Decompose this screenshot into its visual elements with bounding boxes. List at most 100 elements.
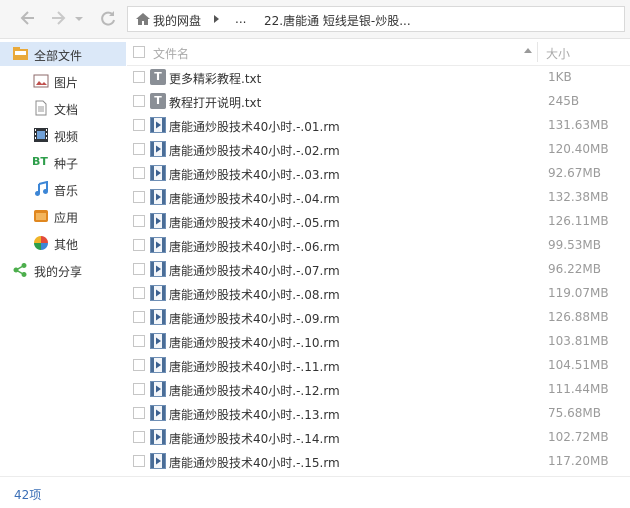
video-file-icon xyxy=(150,285,166,301)
file-name[interactable]: 唐能通炒股技术40小时.-.10.rm xyxy=(169,334,340,351)
row-checkbox[interactable] xyxy=(133,335,145,347)
file-name[interactable]: 唐能通炒股技术40小时.-.14.rm xyxy=(169,430,340,447)
sidebar-item-documents[interactable]: 文档 xyxy=(0,96,126,120)
breadcrumb-separator-icon[interactable] xyxy=(214,15,219,23)
file-name[interactable]: 唐能通炒股技术40小时.-.08.rm xyxy=(169,286,340,303)
other-icon xyxy=(33,235,49,251)
sidebar-item-videos[interactable]: 视频 xyxy=(0,123,126,147)
row-checkbox[interactable] xyxy=(133,359,145,371)
sidebar-item-torrents[interactable]: BT 种子 xyxy=(0,150,126,174)
video-file-icon xyxy=(150,165,166,181)
video-file-icon xyxy=(150,213,166,229)
file-row[interactable]: 唐能通炒股技术40小时.-.02.rm 120.40MB xyxy=(127,137,630,161)
file-row[interactable]: 唐能通炒股技术40小时.-.06.rm 99.53MB xyxy=(127,233,630,257)
row-checkbox[interactable] xyxy=(133,383,145,395)
file-name[interactable]: 唐能通炒股技术40小时.-.02.rm xyxy=(169,142,340,159)
refresh-icon[interactable] xyxy=(98,9,118,29)
sidebar-item-label: 音乐 xyxy=(54,184,79,198)
sidebar-item-my-shares[interactable]: 我的分享 xyxy=(0,258,126,282)
row-checkbox[interactable] xyxy=(133,407,145,419)
file-row[interactable]: T 更多精彩教程.txt 1KB xyxy=(127,65,630,89)
file-row[interactable]: 唐能通炒股技术40小时.-.05.rm 126.11MB xyxy=(127,209,630,233)
file-row[interactable]: 唐能通炒股技术40小时.-.01.rm 131.63MB xyxy=(127,113,630,137)
file-size: 96.22MB xyxy=(548,262,601,276)
breadcrumb-ellipsis[interactable]: ... xyxy=(235,12,246,26)
select-all-checkbox[interactable] xyxy=(133,46,145,58)
row-checkbox[interactable] xyxy=(133,431,145,443)
file-name[interactable]: 唐能通炒股技术40小时.-.05.rm xyxy=(169,214,340,231)
forward-arrow-icon[interactable] xyxy=(48,9,68,29)
file-row[interactable]: 唐能通炒股技术40小时.-.11.rm 104.51MB xyxy=(127,353,630,377)
file-name[interactable]: 更多精彩教程.txt xyxy=(169,70,261,87)
sidebar-item-label: 应用 xyxy=(54,211,79,225)
file-name[interactable]: 唐能通炒股技术40小时.-.13.rm xyxy=(169,406,340,423)
video-file-icon xyxy=(150,405,166,421)
column-header-size[interactable]: 大小 xyxy=(546,45,570,62)
file-name[interactable]: 唐能通炒股技术40小时.-.11.rm xyxy=(169,358,340,375)
file-list: T 更多精彩教程.txt 1KB T 教程打开说明.txt 245B 唐能通炒股技术40小时… xyxy=(127,65,630,473)
sidebar-item-pictures[interactable]: 图片 xyxy=(0,69,126,93)
row-checkbox[interactable] xyxy=(133,455,145,467)
file-row[interactable]: T 教程打开说明.txt 245B xyxy=(127,89,630,113)
file-row[interactable]: 唐能通炒股技术40小时.-.04.rm 132.38MB xyxy=(127,185,630,209)
row-checkbox[interactable] xyxy=(133,119,145,131)
file-row[interactable]: 唐能通炒股技术40小时.-.15.rm 117.20MB xyxy=(127,449,630,473)
file-name[interactable]: 唐能通炒股技术40小时.-.03.rm xyxy=(169,166,340,183)
file-size: 120.40MB xyxy=(548,142,609,156)
video-file-icon xyxy=(150,309,166,325)
row-checkbox[interactable] xyxy=(133,143,145,155)
file-name[interactable]: 教程打开说明.txt xyxy=(169,94,261,111)
file-row[interactable]: 唐能通炒股技术40小时.-.14.rm 102.72MB xyxy=(127,425,630,449)
row-checkbox[interactable] xyxy=(133,263,145,275)
toolbar: 我的网盘 ... 22.唐能通 短线是银-炒股... xyxy=(0,0,630,39)
sidebar-item-music[interactable]: 音乐 xyxy=(0,177,126,201)
app-icon xyxy=(33,208,49,224)
file-row[interactable]: 唐能通炒股技术40小时.-.03.rm 92.67MB xyxy=(127,161,630,185)
sidebar-item-all-files[interactable]: 全部文件 xyxy=(0,42,126,66)
file-row[interactable]: 唐能通炒股技术40小时.-.12.rm 111.44MB xyxy=(127,377,630,401)
sidebar-item-apps[interactable]: 应用 xyxy=(0,204,126,228)
file-name[interactable]: 唐能通炒股技术40小时.-.04.rm xyxy=(169,190,340,207)
file-size: 75.68MB xyxy=(548,406,601,420)
video-file-icon xyxy=(150,261,166,277)
file-row[interactable]: 唐能通炒股技术40小时.-.08.rm 119.07MB xyxy=(127,281,630,305)
row-checkbox[interactable] xyxy=(133,287,145,299)
file-list-header: 文件名 大小 xyxy=(127,39,630,66)
status-bar: 42项 xyxy=(0,476,630,508)
back-arrow-icon[interactable] xyxy=(18,9,38,29)
breadcrumb-current[interactable]: 22.唐能通 短线是银-炒股... xyxy=(264,12,411,29)
history-dropdown-icon[interactable] xyxy=(72,9,86,29)
column-header-name[interactable]: 文件名 xyxy=(153,45,189,62)
file-name[interactable]: 唐能通炒股技术40小时.-.09.rm xyxy=(169,310,340,327)
address-bar[interactable]: 我的网盘 ... 22.唐能通 短线是银-炒股... xyxy=(127,6,625,32)
sidebar-item-label: 文档 xyxy=(54,103,79,117)
file-name[interactable]: 唐能通炒股技术40小时.-.01.rm xyxy=(169,118,340,135)
row-checkbox[interactable] xyxy=(133,167,145,179)
file-row[interactable]: 唐能通炒股技术40小时.-.09.rm 126.88MB xyxy=(127,305,630,329)
share-icon xyxy=(12,262,28,278)
row-checkbox[interactable] xyxy=(133,311,145,323)
file-row[interactable]: 唐能通炒股技术40小时.-.07.rm 96.22MB xyxy=(127,257,630,281)
sidebar-item-other[interactable]: 其他 xyxy=(0,231,126,255)
home-icon[interactable] xyxy=(135,12,151,26)
picture-icon xyxy=(33,73,49,89)
file-name[interactable]: 唐能通炒股技术40小时.-.15.rm xyxy=(169,454,340,471)
row-checkbox[interactable] xyxy=(133,215,145,227)
sidebar: 全部文件 图片 文档 视频 BT 种子 音乐 应用 其他 我的分享 xyxy=(0,39,126,469)
file-name[interactable]: 唐能通炒股技术40小时.-.12.rm xyxy=(169,382,340,399)
row-checkbox[interactable] xyxy=(133,239,145,251)
document-icon xyxy=(33,100,49,116)
file-size: 245B xyxy=(548,94,580,108)
file-row[interactable]: 唐能通炒股技术40小时.-.10.rm 103.81MB xyxy=(127,329,630,353)
file-row[interactable]: 唐能通炒股技术40小时.-.13.rm 75.68MB xyxy=(127,401,630,425)
sidebar-item-label: 图片 xyxy=(54,76,79,90)
column-divider[interactable] xyxy=(537,42,538,62)
file-name[interactable]: 唐能通炒股技术40小时.-.07.rm xyxy=(169,262,340,279)
breadcrumb-root[interactable]: 我的网盘 xyxy=(153,12,201,29)
sort-ascending-icon[interactable] xyxy=(524,48,532,53)
row-checkbox[interactable] xyxy=(133,191,145,203)
video-file-icon xyxy=(150,381,166,397)
row-checkbox[interactable] xyxy=(133,71,145,83)
file-name[interactable]: 唐能通炒股技术40小时.-.06.rm xyxy=(169,238,340,255)
row-checkbox[interactable] xyxy=(133,95,145,107)
